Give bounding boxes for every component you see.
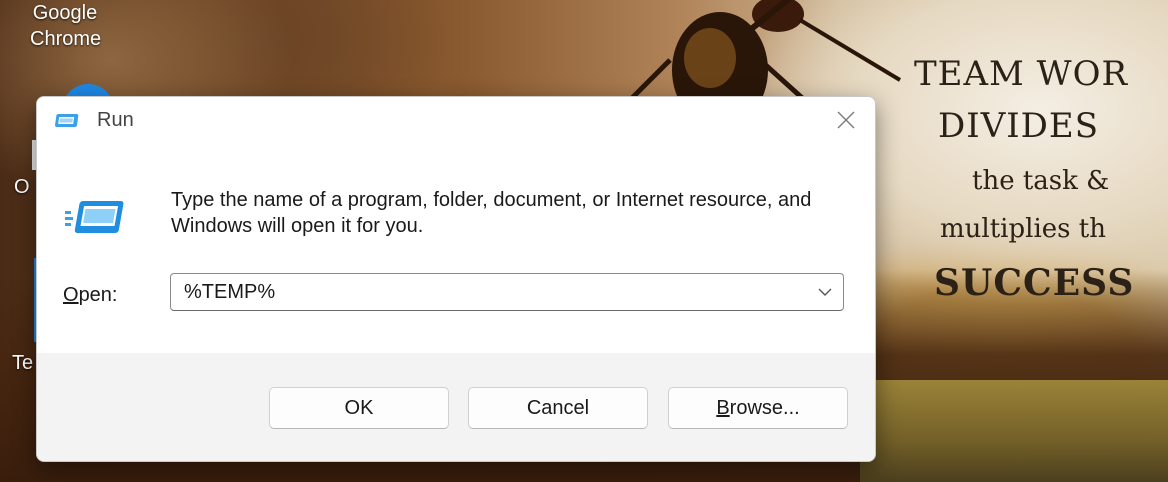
dialog-title: Run (97, 109, 134, 131)
quote-line-3: the task & (972, 166, 1110, 196)
browse-button[interactable]: Browse... (668, 387, 848, 429)
browse-label: rowse... (729, 397, 800, 419)
desktop-icon-label-te[interactable]: Te (12, 352, 33, 375)
desktop-icon-chrome-label-line1: Google (32, 2, 98, 24)
close-icon (837, 111, 855, 129)
wallpaper-ground (860, 380, 1168, 482)
quote-line-4: multiplies th (940, 214, 1106, 244)
close-button[interactable] (817, 97, 875, 143)
desktop-icon-chrome[interactable]: Google Chrome (30, 0, 102, 52)
open-input[interactable]: %TEMP% (184, 281, 275, 304)
chevron-down-icon[interactable] (817, 286, 833, 298)
ok-button[interactable]: OK (269, 387, 449, 429)
dialog-description: Type the name of a program, folder, docu… (171, 189, 812, 237)
run-icon (65, 201, 124, 233)
quote-line-1: TEAM WOR (914, 54, 1129, 94)
quote-line-2: DIVIDES (938, 106, 1100, 146)
open-label: Open: (63, 284, 118, 307)
desktop-icon-chrome-label-line2: Chrome (30, 28, 102, 50)
run-dialog: Run Type the name of a program, folder, … (36, 96, 876, 462)
quote-line-5: SUCCESS (934, 262, 1135, 304)
run-icon (55, 114, 79, 127)
desktop-icon-label-o[interactable]: O (14, 176, 30, 199)
open-label-text: pen: (78, 284, 118, 306)
title-bar[interactable]: Run (37, 97, 875, 147)
open-label-mnemonic: O (63, 284, 79, 306)
browse-mnemonic: B (716, 397, 730, 419)
dialog-footer: OK Cancel Browse... (37, 353, 875, 461)
open-combobox[interactable]: %TEMP% (170, 273, 844, 311)
cancel-button[interactable]: Cancel (468, 387, 648, 429)
